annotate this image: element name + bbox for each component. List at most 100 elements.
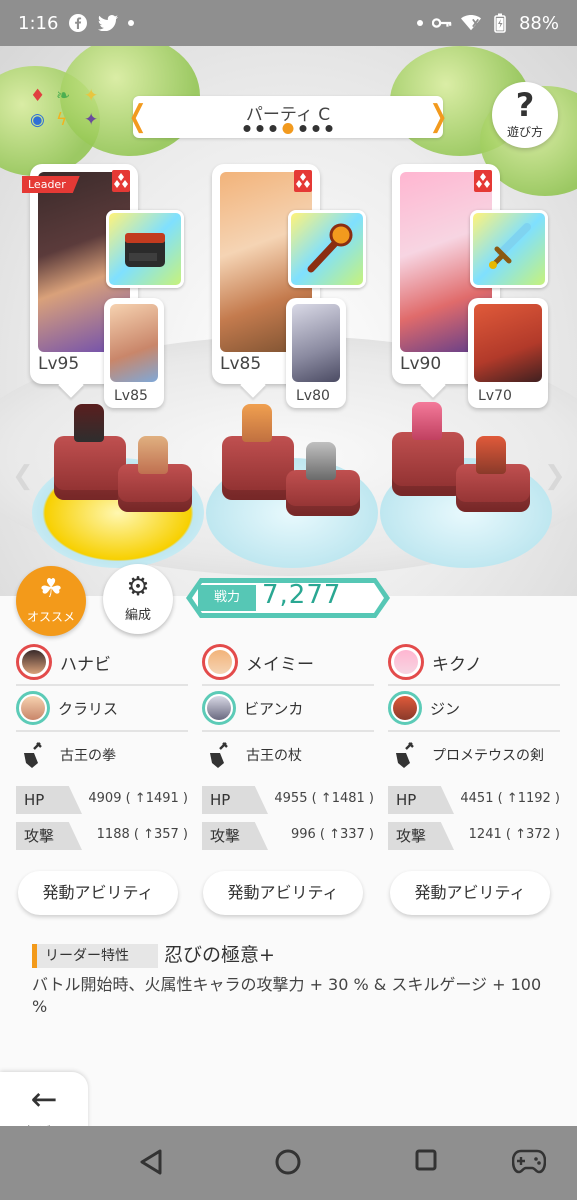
character-sprite: [242, 404, 272, 442]
home-circle-icon[interactable]: [274, 1148, 302, 1176]
party-scene: ♦ ❧ ✦ ◉ ϟ ✦ ❬ パーティ C ❭ ? 遊び方 Lv95 Leader…: [0, 46, 577, 596]
sub-character-row[interactable]: クラリス: [16, 686, 188, 732]
hp-label: HP: [16, 786, 82, 814]
attack-stat: 攻撃 1241 ( ↑372 ): [388, 822, 560, 850]
unit-column: ハナビ クラリス 古王の拳 HP 4909 ( ↑1491 ) 攻撃 1188 …: [16, 640, 188, 850]
sub-character-avatar: [388, 691, 422, 725]
fire-element-icon: ♦: [30, 86, 46, 106]
power-value: 7,277: [262, 580, 342, 610]
sub-character-name: クラリス: [58, 699, 119, 718]
sub-character-card[interactable]: Lv85: [104, 298, 164, 408]
battery-level: 88%: [518, 12, 559, 34]
character-level: Lv90: [400, 354, 442, 374]
main-character-row[interactable]: ハナビ: [16, 640, 188, 686]
recommend-button[interactable]: ☘ オススメ: [16, 566, 86, 636]
key-icon: [431, 13, 452, 33]
weapon-slot-fist[interactable]: [106, 210, 184, 288]
character-sprite: [412, 402, 442, 440]
leader-skill-label: リーダー特性: [32, 944, 158, 968]
party-title: パーティ C: [245, 104, 331, 125]
help-button[interactable]: ? 遊び方: [492, 82, 558, 148]
system-navigation-bar: [0, 1126, 577, 1200]
main-character-avatar: [388, 644, 424, 680]
sub-character-portrait: [474, 304, 542, 382]
main-character-name: メイミー: [246, 654, 314, 675]
arrow-left-icon: ←: [30, 1080, 58, 1118]
hp-stat: HP 4909 ( ↑1491 ): [16, 786, 188, 814]
main-character-row[interactable]: キクノ: [388, 640, 560, 686]
weapon-row[interactable]: 古王の拳: [16, 732, 188, 778]
light-element-icon: ✦: [84, 86, 99, 106]
weapon-name: プロメテウスの剣: [432, 748, 544, 764]
help-label: 遊び方: [506, 125, 543, 139]
power-label: 戦力: [198, 585, 256, 611]
hp-stat: HP 4451 ( ↑1192 ): [388, 786, 560, 814]
attack-stat: 攻撃 996 ( ↑337 ): [202, 822, 374, 850]
leader-tag: Leader: [22, 176, 80, 193]
party-selector: ❬ パーティ C ❭: [125, 96, 451, 138]
prev-party-button[interactable]: ❬: [125, 100, 150, 134]
back-triangle-icon[interactable]: [138, 1148, 164, 1176]
sword-weapon-icon: [489, 223, 531, 269]
staff-weapon-icon: [307, 223, 353, 273]
next-party-button[interactable]: ❭: [426, 100, 451, 134]
attack-label: 攻撃: [202, 822, 268, 850]
weapon-slot-staff[interactable]: [288, 210, 366, 288]
main-character-avatar: [16, 644, 52, 680]
hp-value: 4955 ( ↑1481 ): [274, 791, 374, 806]
sub-character-row[interactable]: ジン: [388, 686, 560, 732]
pedestal-block: [392, 432, 464, 496]
weapon-icon: [24, 742, 42, 768]
sub-character-level: Lv70: [478, 388, 512, 404]
recommend-label: オススメ: [26, 610, 75, 624]
ability-button[interactable]: 発動アビリティ: [390, 871, 550, 915]
sub-character-card[interactable]: Lv80: [286, 298, 346, 408]
recommend-icon: ☘: [39, 574, 63, 604]
scroll-right-icon[interactable]: ❯: [544, 461, 566, 491]
weapon-row[interactable]: 古王の杖: [202, 732, 374, 778]
twitter-icon: [98, 13, 119, 33]
ability-button[interactable]: 発動アビリティ: [203, 871, 363, 915]
sub-character-name: ビアンカ: [244, 699, 304, 718]
weapon-name: 古王の杖: [246, 748, 302, 764]
dark-element-icon: ✦: [84, 110, 99, 130]
sub-character-level: Lv80: [296, 388, 330, 404]
hp-stat: HP 4955 ( ↑1481 ): [202, 786, 374, 814]
character-sprite: [138, 436, 168, 474]
sub-character-card[interactable]: Lv70: [468, 298, 548, 408]
notification-dot-icon: [128, 20, 135, 26]
attack-label: 攻撃: [388, 822, 454, 850]
unit-column: キクノ ジン プロメテウスの剣 HP 4451 ( ↑1192 ) 攻撃 124…: [388, 640, 560, 850]
attack-stat: 攻撃 1188 ( ↑357 ): [16, 822, 188, 850]
formation-button[interactable]: ⚙ 編成: [103, 564, 173, 634]
attack-value: 996 ( ↑337 ): [290, 827, 374, 842]
attack-label: 攻撃: [16, 822, 82, 850]
gamepad-icon[interactable]: [512, 1148, 546, 1174]
sub-character-avatar: [16, 691, 50, 725]
question-icon: ?: [515, 86, 535, 124]
character-sprite: [306, 442, 336, 480]
weapon-row[interactable]: プロメテウスの剣: [388, 732, 560, 778]
unit-column: メイミー ビアンカ 古王の杖 HP 4955 ( ↑1481 ) 攻撃 996 …: [202, 640, 374, 850]
sub-character-row[interactable]: ビアンカ: [202, 686, 374, 732]
attack-value: 1241 ( ↑372 ): [468, 827, 560, 842]
hp-value: 4909 ( ↑1491 ): [88, 791, 188, 806]
hp-label: HP: [388, 786, 454, 814]
person-gear-icon: ⚙: [126, 572, 150, 602]
main-character-avatar: [202, 644, 238, 680]
thunder-element-icon: ϟ: [56, 110, 68, 130]
weapon-slot-sword[interactable]: [470, 210, 548, 288]
fist-weapon-icon: [125, 233, 165, 267]
sub-character-portrait: [110, 304, 158, 382]
battery-icon: [490, 13, 510, 33]
scroll-left-icon[interactable]: ❮: [12, 461, 34, 491]
pedestal-block: [222, 436, 294, 500]
sub-character-name: ジン: [430, 699, 461, 718]
hp-label: HP: [202, 786, 268, 814]
sub-character-avatar: [202, 691, 236, 725]
notification-dot-icon: [416, 20, 423, 26]
ability-button[interactable]: 発動アビリティ: [18, 871, 178, 915]
facebook-icon: [68, 13, 88, 33]
main-character-row[interactable]: メイミー: [202, 640, 374, 686]
recents-square-icon[interactable]: [414, 1148, 438, 1172]
